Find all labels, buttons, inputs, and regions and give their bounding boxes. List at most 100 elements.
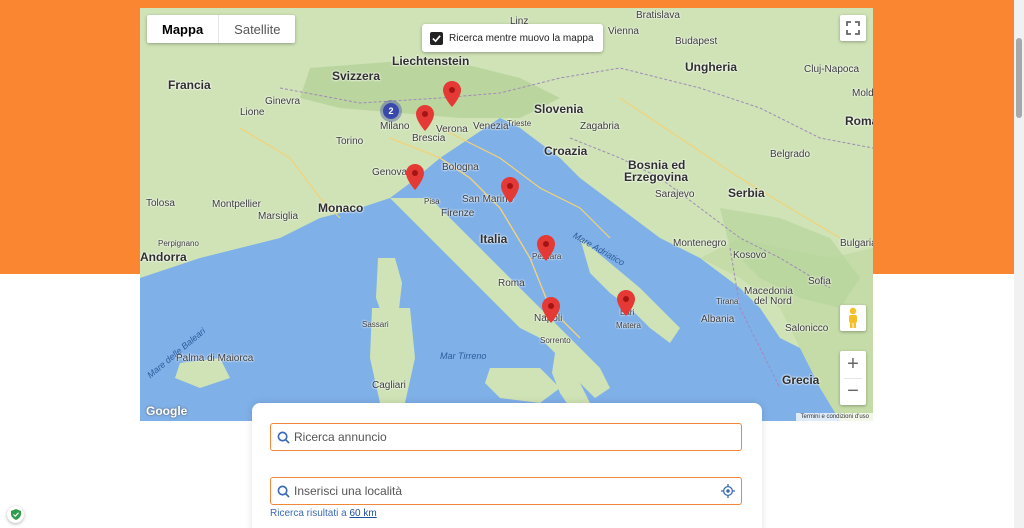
map-label-city: Cluj-Napoca: [804, 64, 860, 75]
map-label-city: Marsiglia: [258, 211, 299, 222]
map-label-country: Francia: [168, 78, 211, 92]
map-label-city: Torino: [336, 136, 364, 147]
map-label-city: Sarajevo: [655, 189, 695, 200]
map-marker[interactable]: [617, 290, 635, 316]
map-label-city: Lione: [240, 107, 265, 118]
check-icon: [432, 34, 441, 42]
cluster-count: 2: [388, 106, 394, 116]
search-panel: Ricerca risultati a 60 km: [252, 403, 762, 528]
map-label-city: Budapest: [675, 36, 718, 47]
map-label-city: Milano: [380, 121, 410, 132]
map-marker[interactable]: [443, 81, 461, 107]
map-label-country: Bulgaria: [840, 238, 873, 249]
map-label-country: Grecia: [782, 373, 820, 387]
map-terms-link[interactable]: Termini e condizioni d'uso: [796, 413, 873, 421]
map-label-city: Sassari: [362, 320, 389, 329]
map-label-country: Moldavia: [852, 88, 873, 99]
google-logo: Google: [146, 404, 188, 418]
map-label-city: Venezia: [473, 121, 509, 132]
map-label-city: Sorrento: [540, 336, 571, 345]
ad-search-input[interactable]: [294, 430, 735, 444]
map-label-country: Svizzera: [332, 69, 381, 83]
map-label-city: Vienna: [608, 26, 639, 37]
search-radius: Ricerca risultati a 60 km: [270, 508, 377, 519]
map-marker[interactable]: [537, 235, 555, 261]
map-view[interactable]: Francia Svizzera Liechtenstein Slovenia …: [140, 8, 873, 421]
map-label-city: Montpellier: [212, 199, 261, 210]
map-label-country: Liechtenstein: [392, 54, 470, 68]
search-radius-label: Ricerca risultati a: [270, 508, 347, 519]
map-marker-icon: [501, 177, 519, 203]
map-type-control: Mappa Satellite: [147, 15, 296, 43]
scrollbar-thumb[interactable]: [1016, 38, 1022, 118]
map-marker[interactable]: [406, 164, 424, 190]
map-label-country: del Nord: [754, 296, 792, 307]
map-label-city: Zagabria: [580, 121, 620, 132]
map-label-city: Palma di Maiorca: [176, 353, 254, 364]
map-marker-icon: [617, 290, 635, 316]
search-while-moving-label: Ricerca mentre muovo la mappa: [449, 32, 594, 44]
map-marker[interactable]: [501, 177, 519, 203]
map-label-city: Salonicco: [785, 323, 829, 334]
map-marker-cluster[interactable]: 2: [380, 100, 402, 122]
map-label-country: Romania: [845, 114, 873, 128]
map-label-country: Andorra: [140, 250, 187, 264]
map-marker-icon: [542, 297, 560, 323]
map-marker[interactable]: [542, 297, 560, 323]
page-scrollbar[interactable]: [1014, 0, 1024, 528]
search-radius-value[interactable]: 60 km: [349, 508, 376, 519]
map-type-satellite[interactable]: Satellite: [219, 15, 295, 43]
map-marker-icon: [537, 235, 555, 261]
search-while-moving-toggle[interactable]: Ricerca mentre muovo la mappa: [422, 24, 603, 52]
map-label-city: Tolosa: [146, 198, 175, 209]
search-icon: [277, 485, 290, 498]
map-label-country: Montenegro: [673, 238, 727, 249]
map-label-city: Matera: [616, 321, 641, 330]
map-label-country: Monaco: [318, 201, 364, 215]
map-label-city: Bratislava: [636, 10, 680, 21]
zoom-out-button[interactable]: −: [840, 379, 866, 406]
map-label-sea: Mar Tirreno: [440, 351, 487, 361]
shield-icon: [10, 509, 21, 520]
map-label-city: Sofia: [808, 276, 831, 287]
map-label-country: Italia: [480, 232, 508, 246]
checkbox[interactable]: [430, 31, 443, 45]
page: Francia Svizzera Liechtenstein Slovenia …: [0, 0, 1024, 528]
zoom-control: + −: [840, 351, 866, 405]
map-label-city: Perpignano: [158, 239, 199, 248]
map-label-city: Trieste: [507, 119, 532, 128]
map-terms-text: Termini e condizioni d'uso: [800, 414, 869, 420]
map-label-country: Erzegovina: [624, 170, 689, 184]
map-type-mappa[interactable]: Mappa: [147, 15, 218, 43]
fullscreen-icon: [846, 21, 860, 35]
map-label-city: Roma: [498, 278, 525, 289]
map-marker-icon: [416, 105, 434, 131]
location-input[interactable]: [294, 484, 717, 498]
street-view-button[interactable]: [840, 305, 866, 331]
map-label-country: Albania: [701, 314, 735, 325]
map-label-city: Belgrado: [770, 149, 811, 160]
map-label-city: Tirana: [716, 297, 739, 306]
ad-search-field[interactable]: [270, 423, 742, 451]
privacy-badge[interactable]: [7, 506, 24, 523]
map-label-city: Firenze: [441, 208, 475, 219]
map-label-country: Ungheria: [685, 60, 738, 74]
map-label-city: Bologna: [442, 162, 479, 173]
pegman-icon: [849, 307, 857, 328]
zoom-in-button[interactable]: +: [840, 351, 866, 378]
map-label-city: Ginevra: [265, 96, 301, 107]
map-label-city: Cagliari: [372, 380, 406, 391]
map-label-country: Croazia: [544, 144, 588, 158]
map-label-country: Slovenia: [534, 102, 584, 116]
map-marker-icon: [406, 164, 424, 190]
map-label-country: Kosovo: [733, 250, 767, 261]
map-label-city: Pisa: [424, 197, 440, 206]
location-field[interactable]: [270, 477, 742, 505]
fullscreen-button[interactable]: [840, 15, 866, 41]
map-label-city: Verona: [436, 124, 468, 135]
map-marker[interactable]: [416, 105, 434, 131]
locate-icon[interactable]: [721, 484, 735, 498]
search-icon: [277, 431, 290, 444]
map-label-city: Genova: [372, 167, 408, 178]
map-marker-icon: [443, 81, 461, 107]
